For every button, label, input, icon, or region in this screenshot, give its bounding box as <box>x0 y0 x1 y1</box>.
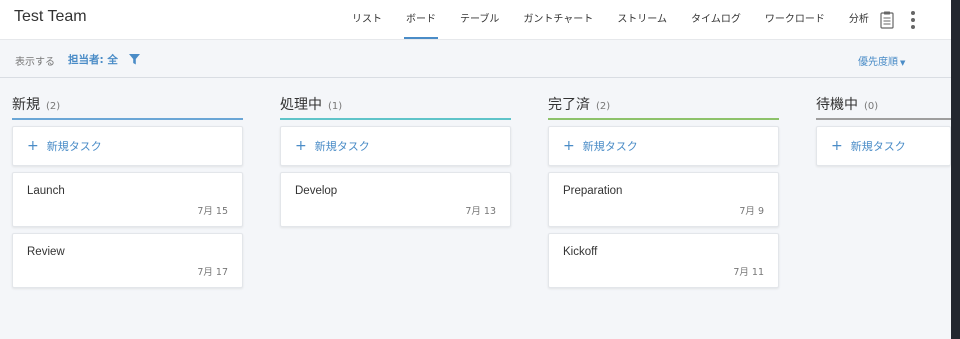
column-header: 新規 (2) <box>12 90 243 120</box>
task-due-date: 7月 15 <box>197 206 228 217</box>
sort-dropdown[interactable]: 優先度順 ▼ <box>858 53 905 68</box>
tab-gantt-chart[interactable]: ガントチャート <box>511 0 605 40</box>
column-count: (0) <box>864 101 879 112</box>
display-label: 表示する <box>15 57 55 68</box>
task-card[interactable]: Review 7月 17 <box>12 233 243 288</box>
team-title: Test Team <box>14 8 87 25</box>
tab-timelog[interactable]: タイムログ <box>679 0 753 40</box>
task-title: Kickoff <box>563 246 598 258</box>
new-task-button[interactable]: + 新規タスク <box>12 126 243 166</box>
task-card[interactable]: Preparation 7月 9 <box>548 172 779 227</box>
view-tabs: リスト ボード テーブル ガントチャート ストリーム タイムログ ワークロード … <box>340 0 881 40</box>
clipboard-icon[interactable] <box>880 11 894 29</box>
task-title: Preparation <box>563 185 623 197</box>
new-task-button[interactable]: + 新規タスク <box>816 126 951 166</box>
header-icons <box>880 10 916 30</box>
tab-workload[interactable]: ワークロード <box>753 0 837 40</box>
task-due-date: 7月 17 <box>197 267 228 278</box>
tab-list[interactable]: リスト <box>340 0 394 40</box>
column-title: 完了済 <box>548 97 590 113</box>
tab-board[interactable]: ボード <box>394 0 448 40</box>
column-title: 待機中 <box>816 97 858 113</box>
filter-icon[interactable] <box>129 54 140 65</box>
caret-down-icon: ▼ <box>900 59 906 67</box>
new-task-label: 新規タスク <box>582 140 638 153</box>
task-title: Develop <box>295 185 338 197</box>
window-edge <box>951 0 960 339</box>
task-title: Review <box>27 246 65 258</box>
task-card[interactable]: Launch 7月 15 <box>12 172 243 227</box>
tab-table[interactable]: テーブル <box>448 0 511 40</box>
task-due-date: 7月 11 <box>733 267 764 278</box>
more-vertical-icon[interactable] <box>910 10 916 30</box>
new-task-label: 新規タスク <box>850 140 906 153</box>
plus-icon: + <box>563 138 575 154</box>
column-count: (2) <box>596 101 611 112</box>
column-count: (2) <box>46 101 61 112</box>
new-task-button[interactable]: + 新規タスク <box>548 126 779 166</box>
column-header: 処理中 (1) <box>280 90 511 120</box>
task-card[interactable]: Kickoff 7月 11 <box>548 233 779 288</box>
top-navigation-bar: Test Team リスト ボード テーブル ガントチャート ストリーム タイム… <box>0 0 960 40</box>
column-title: 新規 <box>12 97 40 113</box>
column-header: 待機中 (0) <box>816 90 951 120</box>
board-column-waiting: 待機中 (0) + 新規タスク <box>816 90 951 166</box>
assignee-filter[interactable]: 担当者: 全 <box>68 52 118 67</box>
column-title: 処理中 <box>280 97 322 113</box>
board-column-new: 新規 (2) + 新規タスク Launch 7月 15 Review 7月 17 <box>12 90 243 288</box>
new-task-label: 新規タスク <box>46 140 102 153</box>
board-column-in-progress: 処理中 (1) + 新規タスク Develop 7月 13 <box>280 90 511 227</box>
plus-icon: + <box>831 138 843 154</box>
new-task-label: 新規タスク <box>314 140 370 153</box>
plus-icon: + <box>27 138 39 154</box>
task-due-date: 7月 13 <box>465 206 496 217</box>
column-header: 完了済 (2) <box>548 90 779 120</box>
tab-analytics[interactable]: 分析 <box>837 0 881 40</box>
tab-stream[interactable]: ストリーム <box>605 0 679 40</box>
filter-bar: 表示する 担当者: 全 優先度順 ▼ <box>0 40 960 78</box>
task-due-date: 7月 9 <box>739 206 764 217</box>
plus-icon: + <box>295 138 307 154</box>
column-count: (1) <box>328 101 343 112</box>
task-title: Launch <box>27 185 65 197</box>
board-column-done: 完了済 (2) + 新規タスク Preparation 7月 9 Kickoff … <box>548 90 779 288</box>
new-task-button[interactable]: + 新規タスク <box>280 126 511 166</box>
task-card[interactable]: Develop 7月 13 <box>280 172 511 227</box>
